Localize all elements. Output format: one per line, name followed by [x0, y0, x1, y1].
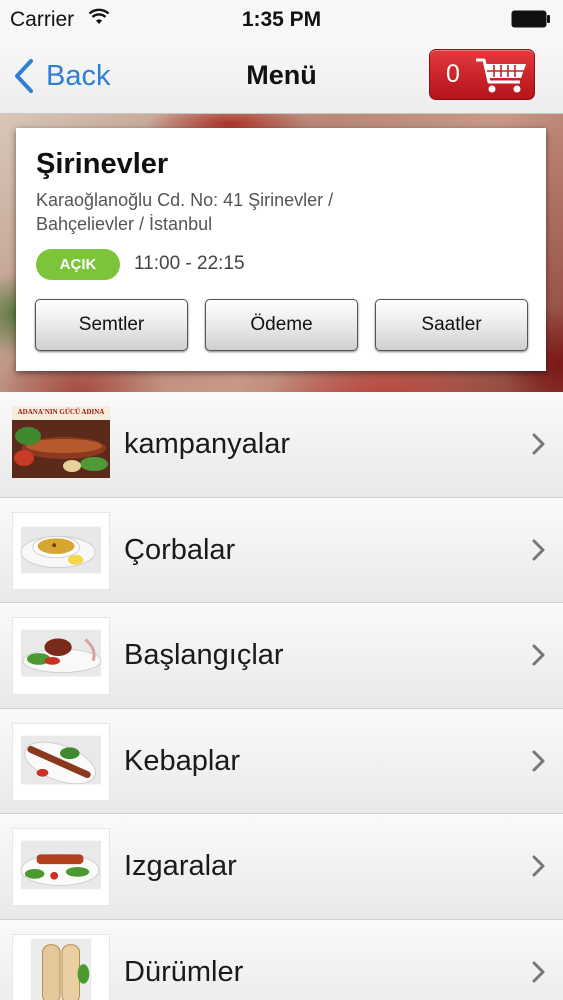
category-label: Çorbalar: [124, 533, 236, 566]
chevron-right-icon: [532, 644, 545, 666]
chevron-right-icon: [532, 539, 545, 560]
category-row-kebaplar[interactable]: Kebaplar: [0, 708, 563, 814]
cart-count: 0: [446, 60, 460, 88]
navigation-bar: Back Menü 0: [0, 38, 563, 114]
category-label: Başlangıçlar: [124, 639, 284, 671]
chevron-right-icon: [532, 855, 545, 877]
category-row-baslangiclar[interactable]: Başlangıçlar: [0, 603, 563, 709]
payment-button[interactable]: Ödeme: [205, 299, 358, 351]
open-status-badge: AÇIK: [36, 249, 120, 280]
districts-button[interactable]: Semtler: [35, 299, 188, 351]
branch-address: Karaoğlanoğlu Cd. No: 41 Şirinevler / Ba…: [36, 190, 334, 234]
grill-plate-image: [12, 828, 110, 906]
soup-image: [12, 511, 110, 590]
category-row-corbalar[interactable]: Çorbalar: [0, 497, 563, 603]
wrap-image: [12, 933, 110, 1000]
category-row-kampanyalar[interactable]: ADANA'NIN GÜCÜ ADINA kampanyalar: [0, 392, 563, 498]
cart-button[interactable]: 0: [429, 49, 535, 100]
category-label: Dürümler: [124, 955, 244, 988]
chevron-right-icon: [532, 961, 545, 982]
chevron-right-icon: [532, 433, 545, 455]
branch-name: Şirinevler: [36, 148, 169, 180]
clock: 1:35 PM: [241, 8, 322, 31]
branch-info-card: Şirinevler Karaoğlanoğlu Cd. No: 41 Şiri…: [16, 128, 546, 371]
chevron-right-icon: [532, 750, 545, 771]
status-bar: Carrier 1:35 PM: [0, 0, 563, 38]
category-row-durumler[interactable]: Dürümler: [0, 919, 563, 1000]
kebab-promo-image: ADANA'NIN GÜCÜ ADINA: [12, 406, 110, 478]
kebab-plate-image: [12, 722, 110, 801]
category-row-izgaralar[interactable]: Izgaralar: [0, 814, 563, 920]
opening-hours: 11:00 - 22:15: [134, 253, 245, 274]
category-label: Izgaralar: [124, 850, 237, 882]
category-label: kampanyalar: [124, 428, 291, 460]
app-screen: Carrier 1:35 PM Back Menü 0 Şirinevler K…: [0, 0, 563, 1000]
category-list: ADANA'NIN GÜCÜ ADINA kampanyalar Çorbala…: [0, 392, 563, 1000]
promo-caption: ADANA'NIN GÜCÜ ADINA: [18, 408, 105, 416]
shopping-cart-icon: [476, 58, 526, 92]
starter-image: [12, 617, 110, 695]
battery-icon: [511, 10, 550, 28]
category-label: Kebaplar: [124, 744, 241, 777]
hours-button[interactable]: Saatler: [375, 299, 528, 351]
branch-hero-banner: Şirinevler Karaoğlanoğlu Cd. No: 41 Şiri…: [0, 114, 563, 392]
